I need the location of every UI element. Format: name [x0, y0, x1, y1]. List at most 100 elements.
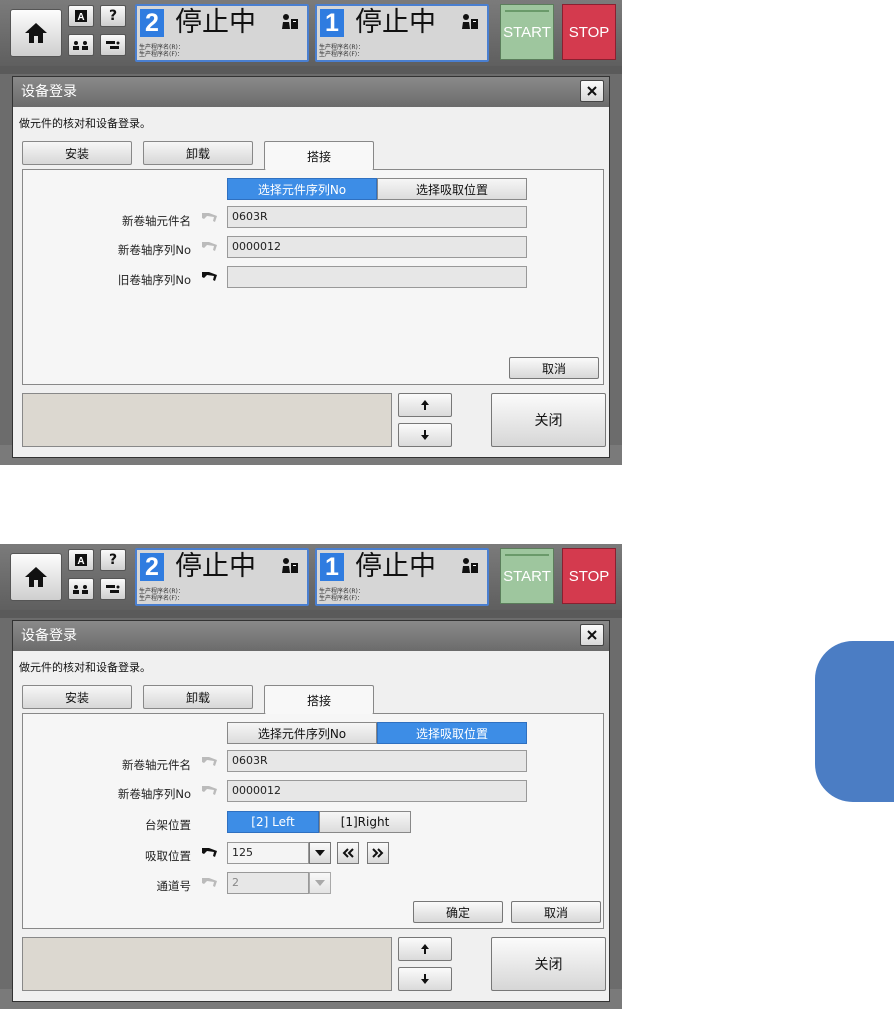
- dialog-title-bar: 设备登录: [13, 621, 609, 651]
- help-button[interactable]: ?: [100, 549, 126, 571]
- pickup-dropdown-button[interactable]: [309, 842, 331, 864]
- dropdown-arrow-icon: [315, 850, 325, 856]
- mode-a-button[interactable]: A: [68, 549, 94, 571]
- barcode-hand-icon: [202, 786, 217, 795]
- scroll-up-button[interactable]: [398, 937, 452, 961]
- lane-2-status-panel[interactable]: 2 停止中 生产程序名(R)： 生产程序名(F)：: [135, 548, 309, 606]
- arrow-up-icon: [421, 400, 429, 410]
- new-reel-part-field[interactable]: 0603R: [227, 206, 527, 228]
- program-name-r: 生产程序名(R)：: [319, 44, 364, 51]
- side-tab: [815, 641, 894, 802]
- tab-unload[interactable]: 卸载: [143, 685, 253, 709]
- program-name-r: 生产程序名(R)：: [139, 44, 184, 51]
- new-reel-part-label: 新卷轴元件名: [122, 758, 191, 772]
- operators-icon: [73, 41, 88, 50]
- help-button[interactable]: ?: [100, 5, 126, 27]
- select-serial-mode-button[interactable]: 选择元件序列No: [227, 722, 377, 744]
- old-reel-serial-label: 旧卷轴序列No: [117, 273, 191, 287]
- operators-button[interactable]: [68, 34, 94, 56]
- program-name-f: 生产程序名(F)：: [319, 595, 364, 602]
- dialog-close-button[interactable]: [580, 80, 604, 102]
- home-button[interactable]: [10, 553, 62, 601]
- lane-status-text: 停止中: [175, 7, 256, 38]
- tab-splice[interactable]: 搭接: [264, 685, 374, 714]
- mode-a-icon: A: [75, 554, 87, 567]
- select-pickup-mode-button[interactable]: 选择吸取位置: [377, 722, 527, 744]
- home-icon: [25, 23, 47, 43]
- chevron-double-right-icon: [372, 848, 384, 858]
- lane-1-status-panel[interactable]: 1 停止中 生产程序名(R)： 生产程序名(F)：: [315, 548, 489, 606]
- close-icon: [587, 86, 597, 96]
- background-strip: [0, 66, 622, 74]
- barcode-hand-icon: [202, 242, 217, 251]
- stop-button[interactable]: STOP: [562, 548, 616, 604]
- rack-position-label: 台架位置: [145, 818, 191, 832]
- dialog-close-button[interactable]: [580, 624, 604, 646]
- barcode-hand-icon: [202, 272, 217, 281]
- new-reel-serial-label: 新卷轴序列No: [117, 787, 191, 801]
- chevron-double-left-icon: [342, 848, 354, 858]
- dialog-title: 设备登录: [21, 628, 77, 644]
- settings-icon: [106, 585, 120, 593]
- barcode-hand-icon: [202, 878, 217, 887]
- home-button[interactable]: [10, 9, 62, 57]
- arrow-down-icon: [421, 974, 429, 984]
- dialog-description: 做元件的核对和设备登录。: [19, 661, 151, 674]
- pickup-next-button[interactable]: [367, 842, 389, 864]
- new-reel-part-field[interactable]: 0603R: [227, 750, 527, 772]
- arrow-up-icon: [421, 944, 429, 954]
- settings-button[interactable]: [100, 578, 126, 600]
- barcode-hand-icon: [202, 213, 217, 222]
- tab-splice[interactable]: 搭接: [264, 141, 374, 170]
- cancel-button[interactable]: 取消: [509, 357, 599, 379]
- tab-install[interactable]: 安装: [22, 141, 132, 165]
- lane-1-status-panel[interactable]: 1 停止中 生产程序名(R)： 生产程序名(F)：: [315, 4, 489, 62]
- scroll-down-button[interactable]: [398, 423, 452, 447]
- lane-number: 2: [140, 9, 164, 37]
- dialog-title: 设备登录: [21, 84, 77, 100]
- program-name-r: 生产程序名(R)：: [139, 588, 184, 595]
- rack-left-option[interactable]: [2] Left: [227, 811, 319, 833]
- old-reel-serial-field[interactable]: [227, 266, 527, 288]
- operators-button[interactable]: [68, 578, 94, 600]
- dropdown-arrow-icon: [315, 880, 325, 886]
- new-reel-serial-field[interactable]: 0000012: [227, 780, 527, 802]
- start-button[interactable]: START: [500, 4, 554, 60]
- lane-2-status-panel[interactable]: 2 停止中 生产程序名(R)： 生产程序名(F)：: [135, 4, 309, 62]
- barcode-hand-icon: [202, 757, 217, 766]
- splice-panel: 选择元件序列No 选择吸取位置 新卷轴元件名 0603R 新卷轴序列No 000…: [22, 169, 604, 385]
- new-reel-part-label: 新卷轴元件名: [122, 214, 191, 228]
- equipment-registration-dialog: 设备登录 做元件的核对和设备登录。 安装 卸载 搭接 选择元件序列No 选择吸取…: [12, 620, 610, 1002]
- close-dialog-button[interactable]: 关闭: [491, 393, 606, 447]
- svg-text:A: A: [77, 556, 84, 567]
- start-button[interactable]: START: [500, 548, 554, 604]
- operator-clipboard-icon: [462, 558, 478, 573]
- splice-panel: 选择元件序列No 选择吸取位置 新卷轴元件名 0603R 新卷轴序列No 000…: [22, 713, 604, 929]
- arrow-down-icon: [421, 430, 429, 440]
- scroll-down-button[interactable]: [398, 967, 452, 991]
- operator-clipboard-icon: [282, 14, 298, 29]
- close-icon: [587, 630, 597, 640]
- top-bar: A ? 2 停止中 生产程序名(R)： 生产程序名(F)： 1 停止中 生产程序…: [0, 0, 622, 66]
- select-pickup-mode-button[interactable]: 选择吸取位置: [377, 178, 527, 200]
- lane-dropdown-button: [309, 872, 331, 894]
- tab-unload[interactable]: 卸载: [143, 141, 253, 165]
- stop-button[interactable]: STOP: [562, 4, 616, 60]
- select-serial-mode-button[interactable]: 选择元件序列No: [227, 178, 377, 200]
- home-icon: [25, 567, 47, 587]
- cancel-button[interactable]: 取消: [511, 901, 601, 923]
- lane-status-text: 停止中: [175, 551, 256, 582]
- mode-a-button[interactable]: A: [68, 5, 94, 27]
- close-dialog-button[interactable]: 关闭: [491, 937, 606, 991]
- scroll-up-button[interactable]: [398, 393, 452, 417]
- lane-number: 2: [140, 553, 164, 581]
- ok-button[interactable]: 确定: [413, 901, 503, 923]
- new-reel-serial-label: 新卷轴序列No: [117, 243, 191, 257]
- tab-install[interactable]: 安装: [22, 685, 132, 709]
- program-name-f: 生产程序名(F)：: [319, 51, 364, 58]
- pickup-position-select[interactable]: 125: [227, 842, 309, 864]
- rack-right-option[interactable]: [1]Right: [319, 811, 411, 833]
- new-reel-serial-field[interactable]: 0000012: [227, 236, 527, 258]
- pickup-prev-button[interactable]: [337, 842, 359, 864]
- settings-button[interactable]: [100, 34, 126, 56]
